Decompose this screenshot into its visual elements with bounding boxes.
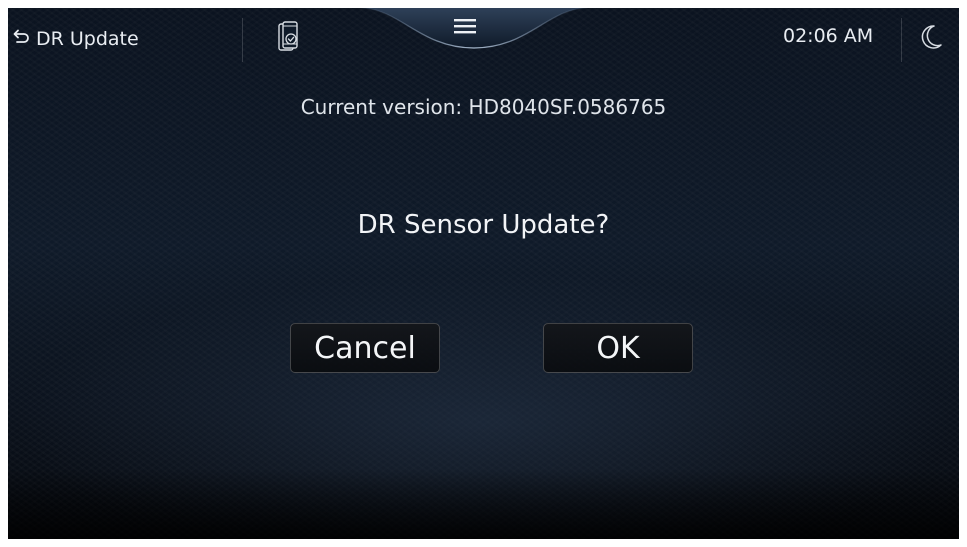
ok-button[interactable]: OK — [543, 323, 693, 373]
bottom-shade — [8, 469, 959, 539]
screen: DR Update 02:06 AM Current version: HD80… — [8, 8, 959, 539]
cancel-button[interactable]: Cancel — [290, 323, 440, 373]
current-version-text: Current version: HD8040SF.0586765 — [300, 95, 667, 119]
header-divider — [901, 18, 902, 62]
night-mode-button[interactable] — [916, 22, 946, 56]
header-divider — [242, 18, 243, 62]
menu-tab — [360, 8, 588, 52]
back-button[interactable]: DR Update — [12, 22, 139, 56]
update-question: DR Sensor Update? — [357, 210, 610, 240]
moon-icon — [920, 24, 942, 54]
menu-button[interactable] — [454, 18, 494, 40]
phone-connect-button[interactable] — [272, 20, 306, 60]
clock: 02:06 AM — [783, 25, 874, 47]
back-arrow-icon — [12, 28, 36, 51]
back-label: DR Update — [36, 28, 139, 50]
phone-check-icon — [277, 21, 301, 59]
top-bar: DR Update 02:06 AM — [8, 8, 959, 68]
